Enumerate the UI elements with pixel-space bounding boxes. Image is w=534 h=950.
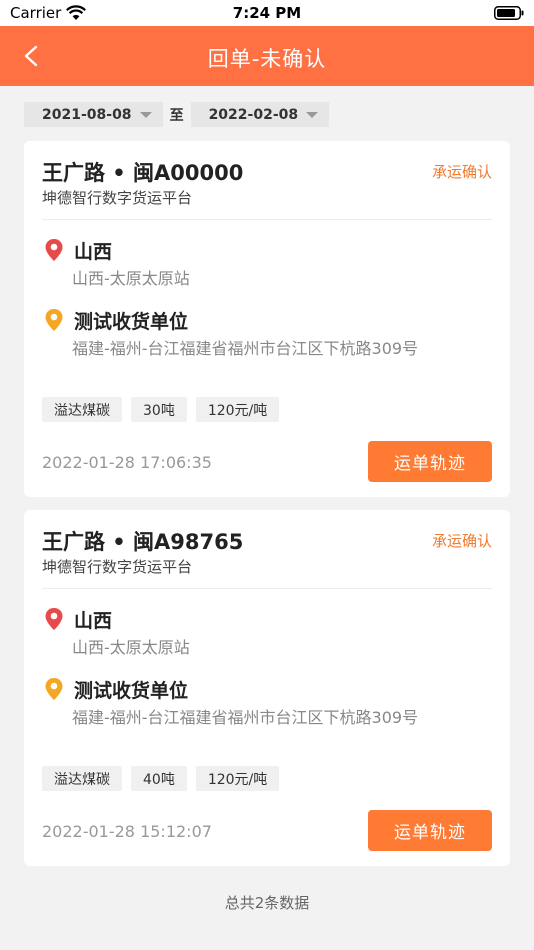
end-date-value: 2022-02-08 <box>208 106 299 123</box>
status-bar: Carrier 7:24 PM <box>0 0 534 26</box>
start-date-picker[interactable]: 2021-08-08 <box>24 102 163 127</box>
divider <box>42 219 492 220</box>
destination-pin-icon <box>45 678 63 700</box>
battery-icon <box>494 6 524 20</box>
weight-tag: 30吨 <box>131 397 187 422</box>
company-name: 坤德智行数字货运平台 <box>42 558 193 576</box>
origin-name: 山西 <box>74 241 113 263</box>
to-label: 至 <box>169 107 184 124</box>
cargo-tags: 溢达煤碳 40吨 120元/吨 <box>42 766 288 791</box>
origin-address: 山西-太原太原站 <box>72 638 190 657</box>
driver-vehicle-title: 王广路 • 闽A00000 <box>42 161 244 185</box>
origin-address: 山西-太原太原站 <box>72 269 190 288</box>
destination-name: 测试收货单位 <box>74 311 189 333</box>
order-timestamp: 2022-01-28 15:12:07 <box>42 822 212 841</box>
origin-pin-icon <box>45 239 63 261</box>
origin-name: 山西 <box>74 610 113 632</box>
destination-address: 福建-福州-台江福建省福州市台江区下杭路309号 <box>72 339 419 358</box>
waybill-track-button[interactable]: 运单轨迹 <box>368 441 492 482</box>
divider <box>42 588 492 589</box>
weight-tag: 40吨 <box>131 766 187 791</box>
price-tag: 120元/吨 <box>195 766 280 791</box>
page-title: 回单-未确认 <box>207 47 327 71</box>
carrier-confirm-status[interactable]: 承运确认 <box>432 530 492 551</box>
price-tag: 120元/吨 <box>195 397 280 422</box>
order-card[interactable]: 王广路 • 闽A00000 承运确认 坤德智行数字货运平台 山西 山西-太原太原… <box>24 141 510 497</box>
total-count-text: 总共2条数据 <box>224 894 310 912</box>
destination-pin-icon <box>45 309 63 331</box>
cargo-type-tag: 溢达煤碳 <box>42 766 122 791</box>
origin-pin-icon <box>45 608 63 630</box>
destination-address: 福建-福州-台江福建省福州市台江区下杭路309号 <box>72 708 419 727</box>
driver-vehicle-title: 王广路 • 闽A98765 <box>42 530 244 554</box>
order-timestamp: 2022-01-28 17:06:35 <box>42 453 212 472</box>
start-date-value: 2021-08-08 <box>42 106 132 123</box>
cargo-tags: 溢达煤碳 30吨 120元/吨 <box>42 397 288 422</box>
dropdown-arrow-icon <box>139 111 152 118</box>
end-date-picker[interactable]: 2022-02-08 <box>190 102 330 127</box>
nav-bar: 回单-未确认 <box>0 26 534 86</box>
order-card[interactable]: 王广路 • 闽A98765 承运确认 坤德智行数字货运平台 山西 山西-太原太原… <box>24 510 510 866</box>
carrier-confirm-status[interactable]: 承运确认 <box>432 161 492 182</box>
destination-name: 测试收货单位 <box>74 680 189 702</box>
cargo-type-tag: 溢达煤碳 <box>42 397 122 422</box>
waybill-track-button[interactable]: 运单轨迹 <box>368 810 492 851</box>
company-name: 坤德智行数字货运平台 <box>42 189 193 207</box>
dropdown-arrow-icon <box>306 111 319 118</box>
date-filter: 2021-08-08 至 2022-02-08 <box>24 102 330 127</box>
status-time: 7:24 PM <box>232 4 302 22</box>
